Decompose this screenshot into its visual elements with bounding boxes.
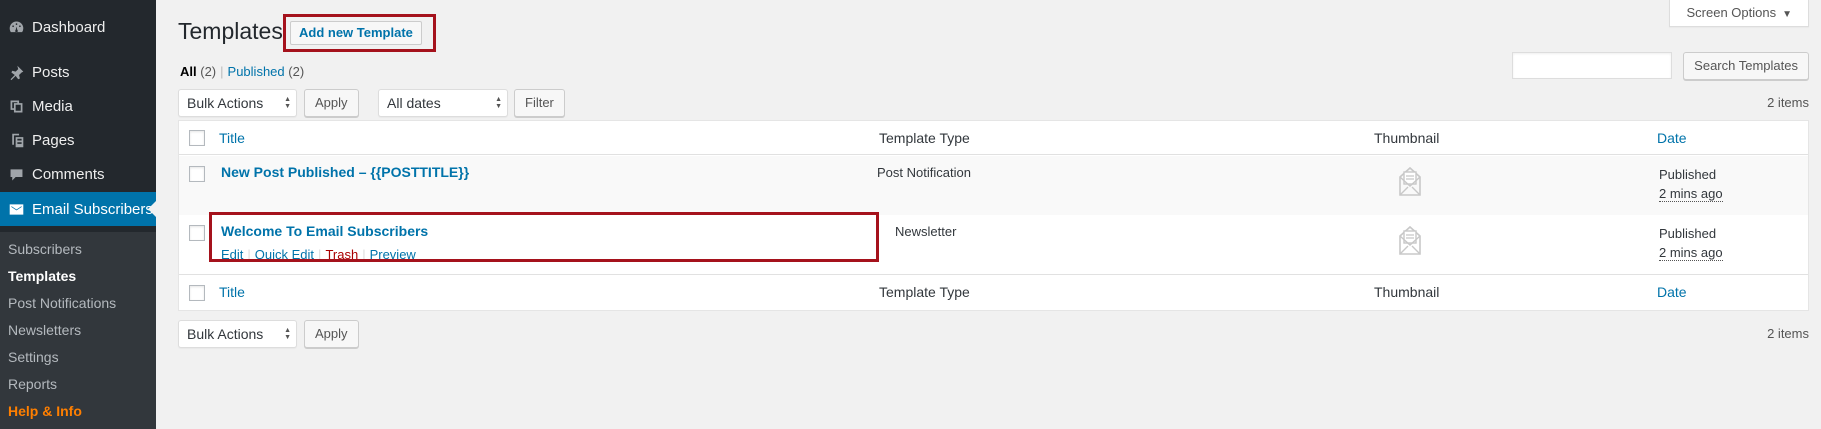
menu-label: Email Subscribers <box>32 200 153 218</box>
envelope-thumbnail-icon <box>1395 223 1425 257</box>
menu-comments[interactable]: Comments <box>0 157 156 191</box>
row-time-ago: 2 mins ago <box>1659 186 1723 202</box>
comment-icon <box>0 166 32 183</box>
action-separator: | <box>362 247 366 262</box>
menu-posts[interactable]: Posts <box>0 55 156 89</box>
templates-table: Title Template Type Thumbnail Date New P… <box>178 120 1809 311</box>
column-template-type-footer: Template Type <box>879 284 970 300</box>
filter-published-link[interactable]: Published (2) <box>228 64 305 79</box>
edit-link[interactable]: Edit <box>221 247 243 262</box>
filter-button[interactable]: Filter <box>514 89 565 117</box>
column-title-sort-footer[interactable]: Title <box>219 284 245 300</box>
submenu-reports[interactable]: Reports <box>0 371 156 398</box>
bulk-actions-select-top[interactable]: Bulk Actions ▲ ▼ <box>178 89 297 117</box>
select-all-checkbox[interactable] <box>189 130 205 146</box>
pin-icon <box>0 64 32 81</box>
submenu-settings[interactable]: Settings <box>0 344 156 371</box>
menu-label: Media <box>32 97 73 115</box>
apply-button-top[interactable]: Apply <box>304 89 359 117</box>
bulk-actions-select-bottom[interactable]: Bulk Actions ▲ ▼ <box>178 320 297 348</box>
bulk-actions-value: Bulk Actions <box>187 95 264 111</box>
filter-all-label: All <box>180 64 197 79</box>
bulk-actions-value: Bulk Actions <box>187 326 264 342</box>
column-thumbnail-footer: Thumbnail <box>1374 284 1440 300</box>
column-date-sort[interactable]: Date <box>1657 130 1687 146</box>
apply-button-bottom[interactable]: Apply <box>304 320 359 348</box>
column-date-sort-footer[interactable]: Date <box>1657 284 1687 300</box>
caret-down-icon: ▼ <box>1782 9 1792 20</box>
screen-options-label: Screen Options <box>1686 5 1777 20</box>
row-checkbox[interactable] <box>189 225 205 241</box>
search-templates-button[interactable]: Search Templates <box>1683 52 1809 80</box>
filter-all-count: (2) <box>200 64 217 79</box>
preview-link[interactable]: Preview <box>370 247 416 262</box>
submenu-newsletters[interactable]: Newsletters <box>0 317 156 344</box>
row-date: Published 2 mins ago <box>1659 224 1723 262</box>
select-arrows-icon: ▲ ▼ <box>495 96 502 110</box>
select-arrows-icon: ▲ ▼ <box>284 96 291 110</box>
menu-label: Comments <box>32 165 105 183</box>
menu-pages[interactable]: Pages <box>0 123 156 157</box>
table-footer-row: Title Template Type Thumbnail Date <box>179 274 1808 311</box>
submenu-subscribers[interactable]: Subscribers <box>0 236 156 263</box>
row-template-type: Newsletter <box>895 224 957 239</box>
add-new-template-button[interactable]: Add new Template <box>290 21 422 45</box>
action-separator: | <box>247 247 251 262</box>
page-title: Templates <box>178 18 283 44</box>
menu-label: Posts <box>32 63 70 81</box>
dashboard-icon <box>0 19 32 36</box>
row-template-type: Post Notification <box>877 165 971 180</box>
menu-email-subscribers[interactable]: Email Subscribers <box>0 192 156 226</box>
status-filter-links: All (2) | Published (2) <box>180 64 304 79</box>
row-checkbox[interactable] <box>189 166 205 182</box>
filter-published-label: Published <box>227 64 285 79</box>
filter-published-count: (2) <box>288 64 305 79</box>
menu-dashboard[interactable]: Dashboard <box>0 10 156 44</box>
row-title-link[interactable]: New Post Published – {{POSTTITLE}} <box>221 164 469 180</box>
table-row: New Post Published – {{POSTTITLE}} Post … <box>179 156 1808 215</box>
table-row: Welcome To Email Subscribers Edit | Quick … <box>179 215 1808 274</box>
add-new-highlight: Add new Template <box>283 14 436 52</box>
dates-value: All dates <box>387 95 441 111</box>
column-template-type: Template Type <box>879 130 970 146</box>
submenu-post-notifications[interactable]: Post Notifications <box>0 290 156 317</box>
menu-label: Pages <box>32 131 75 149</box>
column-thumbnail: Thumbnail <box>1374 130 1440 146</box>
submenu-templates[interactable]: Templates <box>0 263 156 290</box>
table-header-row: Title Template Type Thumbnail Date <box>179 121 1808 155</box>
items-count-top: 2 items <box>1767 95 1809 110</box>
column-title-sort[interactable]: Title <box>219 130 245 146</box>
submenu-help-info[interactable]: Help & Info <box>0 398 156 425</box>
main-content: Screen Options ▼ Templates Add new Templa… <box>156 0 1821 429</box>
select-arrows-icon: ▲ ▼ <box>284 327 291 341</box>
pages-icon <box>0 132 32 149</box>
media-icon <box>0 98 32 115</box>
row-time-ago: 2 mins ago <box>1659 245 1723 261</box>
row-title-link[interactable]: Welcome To Email Subscribers <box>221 223 428 239</box>
row-date: Published 2 mins ago <box>1659 165 1723 203</box>
action-separator: | <box>318 247 322 262</box>
dates-select[interactable]: All dates ▲ ▼ <box>378 89 508 117</box>
envelope-icon <box>0 201 32 218</box>
filter-separator: | <box>220 64 224 79</box>
search-input[interactable] <box>1512 52 1672 79</box>
quick-edit-link[interactable]: Quick Edit <box>255 247 314 262</box>
screen-options-button[interactable]: Screen Options ▼ <box>1669 0 1809 27</box>
email-subscribers-submenu: Subscribers Templates Post Notifications… <box>0 232 156 429</box>
envelope-thumbnail-icon <box>1395 164 1425 198</box>
select-all-checkbox-footer[interactable] <box>189 285 205 301</box>
admin-sidebar: Dashboard Posts Media Pages Comments Ema… <box>0 0 156 429</box>
items-count-bottom: 2 items <box>1767 326 1809 341</box>
row-status: Published <box>1659 167 1717 182</box>
filter-all-link[interactable]: All (2) <box>180 64 216 79</box>
row-actions: Edit | Quick Edit | Trash | Preview <box>221 247 416 262</box>
menu-media[interactable]: Media <box>0 89 156 123</box>
trash-link[interactable]: Trash <box>325 247 358 262</box>
menu-label: Dashboard <box>32 18 106 36</box>
row-status: Published <box>1659 226 1717 241</box>
